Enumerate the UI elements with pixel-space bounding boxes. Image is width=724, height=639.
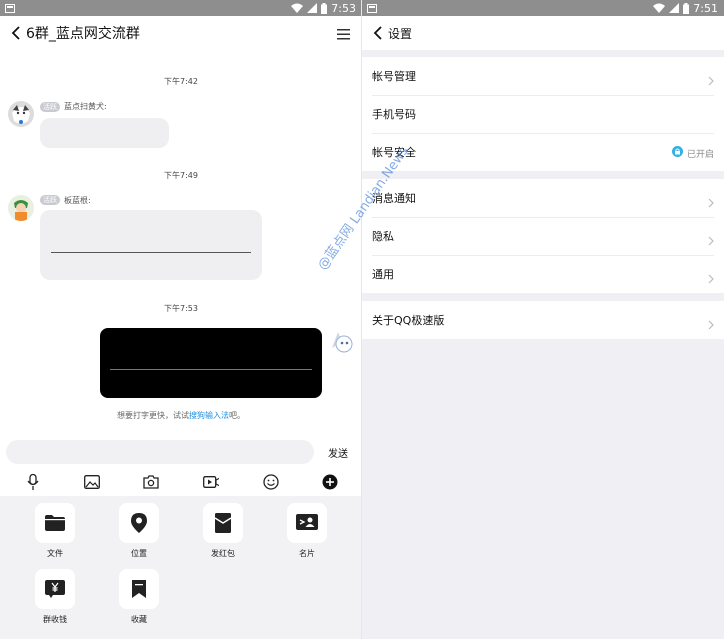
settings-title: 设置 [388,26,413,41]
settings-header: 设置 [362,16,724,50]
message-timestamp: 下午7:49 [164,171,198,180]
panel-item-label: 名片 [299,549,315,558]
status-time: 7:53 [331,1,356,15]
wifi-icon [653,3,666,13]
settings-group-account: 帐号管理 手机号码 帐号安全 已开启 [362,57,724,171]
yuan-icon [35,569,75,609]
message-divider [51,252,251,253]
avatar[interactable] [8,195,34,221]
back-icon[interactable] [370,24,384,42]
panel-item-label: 群收钱 [43,615,67,624]
panel-item-label: 发红包 [211,549,235,558]
settings-item-privacy[interactable]: 隐私 [362,217,724,255]
function-panel: 文件 位置 发红包 名片 群收钱 收藏 [0,496,362,639]
notification-icon [367,3,377,16]
bookmark-icon [119,569,159,609]
message-timestamp: 下午7:42 [164,77,198,86]
chat-screen: 7:53 6群_蓝点网交流群 下午7:42 活跃 蓝点扫黄犬: 下午7:49 活… [0,0,362,639]
chat-title: 6群_蓝点网交流群 [26,26,140,42]
member-badge: 活跃 [40,195,60,205]
hint-link[interactable]: 搜狗输入法 [189,411,229,420]
settings-item-general[interactable]: 通用 [362,255,724,293]
send-button[interactable]: 发送 [328,445,348,460]
plus-icon[interactable] [322,474,338,490]
settings-item-about[interactable]: 关于QQ极速版 [362,301,724,339]
settings-item-label: 隐私 [372,230,394,243]
lock-icon [671,146,683,160]
panel-item-label: 位置 [131,549,147,558]
chevron-right-icon [708,315,714,334]
panel-item-favorites[interactable]: 收藏 [117,569,161,625]
hint-text: 想要打字更快，试试 [117,411,189,420]
sender-name[interactable]: 蓝点扫黄犬: [64,101,107,112]
member-badge: 活跃 [40,102,60,112]
battery-icon [321,2,328,14]
signal-icon [307,3,318,13]
settings-item-account-management[interactable]: 帐号管理 [362,57,724,95]
emoji-icon[interactable] [263,474,279,490]
message-divider [110,369,312,370]
settings-item-account-security[interactable]: 帐号安全 已开启 [362,133,724,171]
menu-icon[interactable] [337,25,350,44]
settings-item-notifications[interactable]: 消息通知 [362,179,724,217]
camera-icon[interactable] [143,474,159,490]
wifi-icon [291,3,304,13]
panel-item-file[interactable]: 文件 [33,503,77,559]
status-bar: 7:51 [362,0,724,16]
chevron-right-icon [708,231,714,250]
message-input[interactable] [6,440,314,464]
folder-icon [35,503,75,543]
back-icon[interactable] [8,24,22,42]
status-bar: 7:53 [0,0,362,16]
notification-icon [5,3,15,16]
input-toolbar [0,468,362,496]
sender-name[interactable]: 板蓝根: [64,195,91,206]
video-icon[interactable] [203,474,219,490]
avatar[interactable] [8,101,34,127]
chevron-right-icon [708,71,714,90]
panel-item-group-payment[interactable]: 群收钱 [33,569,77,625]
contact-card-icon [287,503,327,543]
settings-item-label: 手机号码 [372,108,416,121]
settings-item-label: 关于QQ极速版 [372,314,445,327]
hint-suffix: 吧。 [229,411,245,420]
panel-item-label: 收藏 [131,615,147,624]
settings-item-phone-number[interactable]: 手机号码 [362,95,724,133]
settings-group-general: 消息通知 隐私 通用 [362,179,724,293]
settings-item-label: 通用 [372,268,394,281]
location-icon [119,503,159,543]
panel-item-location[interactable]: 位置 [117,503,161,559]
panel-item-red-envelope[interactable]: 发红包 [201,503,245,559]
chevron-right-icon [708,193,714,212]
message-bubble[interactable] [40,210,262,280]
chat-header: 6群_蓝点网交流群 [0,16,362,50]
message-bubble[interactable] [40,118,169,148]
security-status-text: 已开启 [686,149,714,160]
chevron-right-icon [708,269,714,288]
security-status: 已开启 [671,146,714,160]
message-bubble-self[interactable] [100,328,322,398]
message-timestamp: 下午7:53 [164,304,198,313]
self-avatar[interactable] [328,328,354,354]
settings-item-label: 帐号管理 [372,70,416,83]
microphone-icon[interactable] [25,474,41,490]
input-bar: 发送 [0,438,362,468]
battery-icon [683,2,690,14]
message-list[interactable]: 下午7:42 活跃 蓝点扫黄犬: 下午7:49 活跃 板蓝根: 下午7:53 想… [0,50,362,438]
settings-group-about: 关于QQ极速版 [362,301,724,339]
panel-item-label: 文件 [47,549,63,558]
panel-item-contact-card[interactable]: 名片 [285,503,329,559]
input-method-hint: 想要打字更快，试试搜狗输入法吧。 [0,410,362,421]
red-envelope-icon [203,503,243,543]
status-time: 7:51 [693,1,718,15]
settings-screen: 7:51 设置 帐号管理 手机号码 帐号安全 已开启 消息通知 隐私 通用 关于… [362,0,724,639]
signal-icon [669,3,680,13]
image-icon[interactable] [84,474,100,490]
